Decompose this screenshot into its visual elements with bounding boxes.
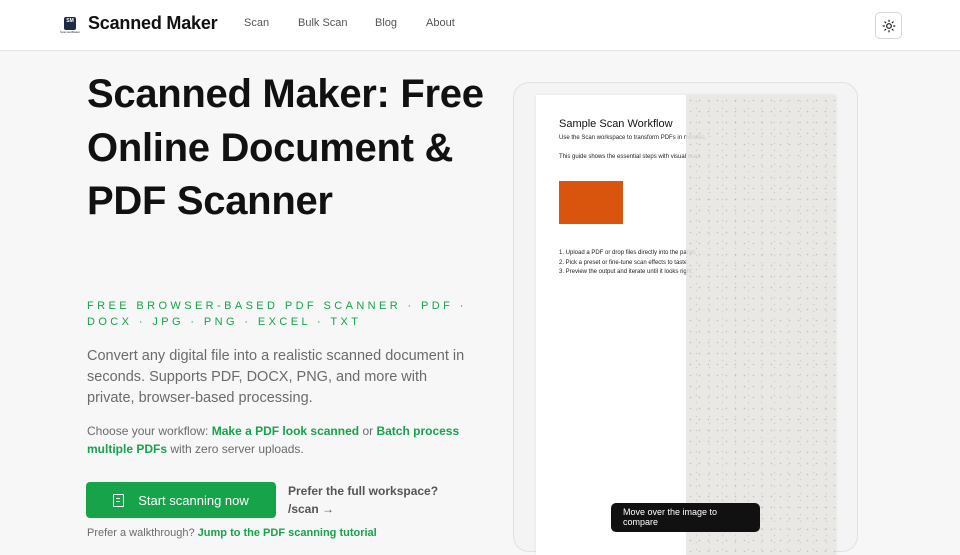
make-pdf-scanned-link[interactable]: Make a PDF look scanned — [212, 424, 359, 438]
theme-toggle-button[interactable] — [875, 12, 902, 39]
preview-doc-title: Sample Scan Workflow — [559, 118, 673, 130]
hero-title: Scanned Maker: Free Online Document & PD… — [87, 72, 484, 223]
walkthrough-text: Prefer a walkthrough? Jump to the PDF sc… — [87, 527, 377, 539]
nav-blog[interactable]: Blog — [375, 17, 397, 29]
hero-description: Convert any digital file into a realisti… — [87, 348, 465, 406]
sun-icon — [882, 19, 895, 32]
start-scanning-label: Start scanning now — [138, 492, 249, 508]
workflow-prefix: Choose your workflow: — [87, 424, 212, 438]
workflow-suffix: with zero server uploads. — [167, 442, 304, 456]
start-scanning-button[interactable]: Start scanning now — [86, 482, 276, 518]
preview-step: 2. Pick a preset or fine-tune scan effec… — [559, 259, 689, 266]
preview-orange-block — [559, 181, 623, 224]
site-header: SM ScannedMaker Scanned Maker Scan Bulk … — [0, 0, 960, 51]
preview-doc-line: This guide shows the essential steps wit… — [559, 154, 703, 160]
compare-tooltip: Move over the image to compare — [611, 503, 760, 532]
nav-about[interactable]: About — [426, 17, 455, 29]
preview-steps: 1. Upload a PDF or drop files directly i… — [559, 249, 696, 278]
preview-doc-line: Use the Scan workspace to transform PDFs… — [559, 135, 707, 141]
scanned-overlay[interactable] — [686, 95, 836, 555]
preview-comparison-image[interactable]: Sample Scan Workflow Use the Scan worksp… — [536, 95, 836, 555]
hero-tagline: FREE BROWSER-BASED PDF SCANNER · PDF · D… — [87, 300, 467, 328]
workflow-text: Choose your workflow: Make a PDF look sc… — [87, 422, 477, 458]
workflow-or: or — [359, 424, 377, 438]
nav-bulk-scan[interactable]: Bulk Scan — [298, 17, 348, 29]
document-icon — [113, 493, 125, 507]
logo-icon[interactable]: SM — [64, 17, 76, 30]
preview-step: 3. Preview the output and iterate until … — [559, 269, 694, 275]
tutorial-link[interactable]: Jump to the PDF scanning tutorial — [198, 527, 377, 539]
full-workspace-link[interactable]: Prefer the full workspace? /scan → — [288, 482, 458, 518]
logo-subtext: ScannedMaker — [60, 30, 81, 34]
brand-name[interactable]: Scanned Maker — [88, 13, 218, 34]
nav-scan[interactable]: Scan — [244, 17, 269, 29]
preview-step: 1. Upload a PDF or drop files directly i… — [559, 250, 697, 256]
walkthrough-prefix: Prefer a walkthrough? — [87, 527, 198, 539]
